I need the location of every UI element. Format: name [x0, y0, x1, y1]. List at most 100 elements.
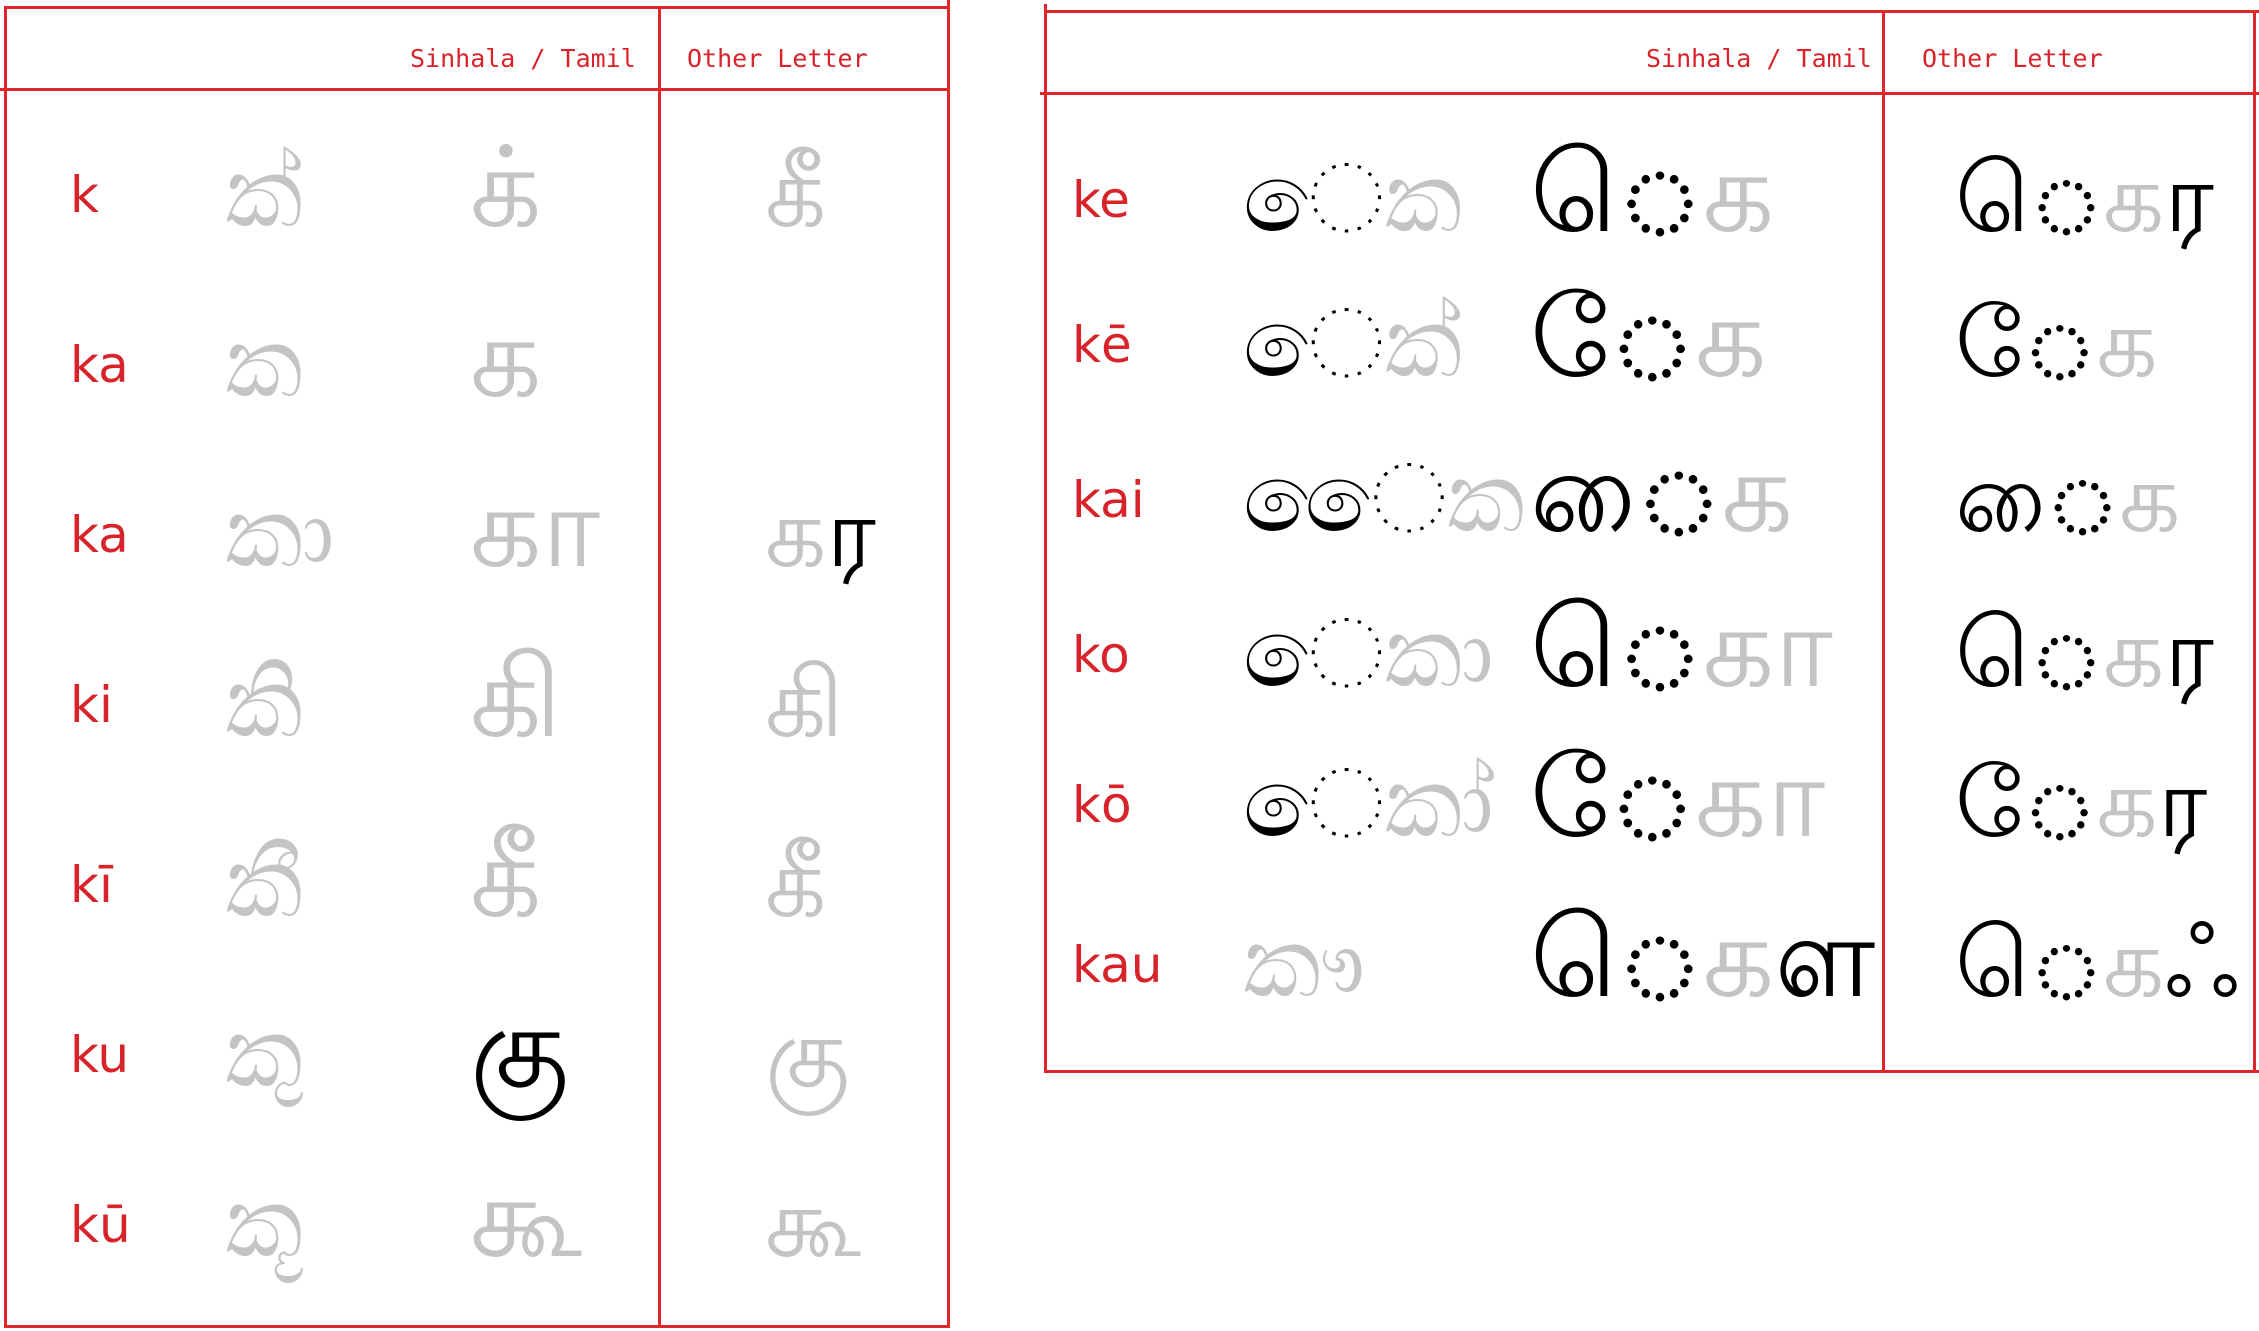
right-other-letter-glyph-part: ை: [1955, 442, 2120, 554]
right-sinhala-glyph-part: ක: [1446, 442, 1525, 554]
right-other-letter-glyph-part: ர: [2164, 142, 2214, 254]
left-tamil-glyph: க: [470, 302, 542, 414]
right-other-letter-glyph-part: க: [2102, 907, 2165, 1019]
right-sinhala-glyph-part: ක: [1243, 907, 1366, 1019]
right-tamil-glyph-part: க: [1694, 273, 1767, 403]
right-translit-label: kau: [1072, 936, 1163, 994]
right-sinhala-glyph-part: කා: [1384, 597, 1494, 709]
left-table-bottom-rule: [4, 1325, 950, 1328]
right-tamil-glyph-part: க: [1694, 733, 1826, 863]
left-tamil-glyph: கு: [470, 992, 569, 1104]
right-tamil-glyph-part: ெ: [1530, 893, 1703, 1023]
left-sinhala-glyph: ක්: [225, 145, 303, 241]
right-other-letter-glyph: ேக: [1955, 295, 2158, 391]
left-translit-label: ki: [70, 676, 113, 734]
right-other-letter-glyph: ெகர: [1955, 605, 2214, 701]
right-tamil-glyph: ெகா: [1530, 592, 1833, 704]
right-tamil-glyph-part: க: [1702, 128, 1775, 258]
right-table-bottom-rule: [1044, 1070, 2259, 1073]
right-header-other-col: Other Letter: [1922, 44, 2103, 73]
left-table-top-rule: [4, 6, 950, 9]
left-tamil-glyph: கூ: [470, 1162, 582, 1274]
right-tamil-glyph: ைக: [1530, 437, 1793, 549]
right-table-top-rule: [1044, 10, 2259, 13]
right-other-letter-glyph: ேகர: [1955, 755, 2207, 851]
left-tamil-glyph: கி: [470, 642, 562, 754]
right-tamil-glyph-part: ெ: [1530, 583, 1703, 713]
right-sinhala-glyph: ෙකා්: [1243, 755, 1494, 851]
left-tamil-glyph-part: க: [470, 463, 601, 593]
right-sinhala-glyph-part: කා්: [1384, 747, 1494, 859]
right-header-script-col: Sinhala / Tamil: [1646, 44, 1872, 73]
right-sinhala-glyph-part: ක්: [1384, 287, 1463, 399]
left-translit-label: ka: [70, 506, 129, 564]
right-other-letter-glyph-part: ர: [2157, 747, 2208, 859]
left-tamil-glyph: கீ: [470, 822, 542, 934]
right-sinhala-glyph: කෟ: [1243, 915, 1365, 1011]
left-table-header-rule: [0, 88, 950, 91]
left-tamil-glyph-part: க: [470, 1153, 583, 1283]
left-header-script-col: Sinhala / Tamil: [410, 44, 636, 73]
left-translit-label: ka: [70, 336, 129, 394]
left-tamil-glyph-part: க: [470, 123, 542, 253]
left-sinhala-glyph-part: ක: [225, 477, 335, 589]
left-other-letter-glyph-part: க: [765, 477, 827, 589]
left-sinhala-glyph: කි: [225, 655, 303, 751]
right-sinhala-glyph: ෙක: [1243, 150, 1462, 246]
left-table-divider: [658, 6, 661, 1328]
right-other-letter-glyph-part: க: [2096, 287, 2158, 399]
right-other-letter-glyph-part: க: [2096, 747, 2158, 859]
right-sinhala-glyph: ෙකා: [1243, 605, 1494, 701]
left-tamil-glyph-part: க: [470, 633, 562, 763]
right-other-letter-glyph-part: ர: [2164, 597, 2214, 709]
right-tamil-glyph-part: ே: [1530, 273, 1695, 403]
right-tamil-glyph-part: க: [1702, 893, 1775, 1023]
right-translit-label: kō: [1072, 776, 1132, 834]
right-other-letter-glyph: ெகஃ: [1955, 915, 2240, 1011]
right-tamil-glyph: ேக: [1530, 282, 1767, 394]
left-other-letter-glyph-part: க: [765, 137, 827, 249]
left-tamil-glyph-part: க: [470, 813, 542, 943]
left-tamil-glyph: கா: [470, 472, 600, 584]
right-sinhala-glyph: ෛක: [1243, 450, 1525, 546]
left-tamil-glyph: க்: [470, 132, 542, 244]
right-sinhala-glyph-part: ෙ: [1243, 597, 1385, 709]
right-tamil-glyph: ெகள: [1530, 902, 1875, 1014]
left-other-letter-glyph-part: க: [765, 997, 850, 1109]
left-sinhala-glyph-part: ක: [225, 1167, 303, 1279]
right-tamil-glyph: ெக: [1530, 137, 1774, 249]
left-other-letter-glyph-part: க: [765, 827, 827, 939]
right-sinhala-glyph-part: ෙ: [1243, 287, 1385, 399]
right-tamil-glyph: ேகா: [1530, 742, 1825, 854]
left-header-other-col: Other Letter: [687, 44, 868, 73]
right-table-right-border: [2253, 10, 2256, 1073]
left-other-letter-glyph: கு: [765, 1005, 850, 1101]
left-sinhala-glyph-part: ක: [225, 307, 303, 419]
right-other-letter-glyph: ைக: [1955, 450, 2180, 546]
left-other-letter-glyph-part: க: [765, 647, 844, 759]
right-tamil-glyph-part: க: [1721, 428, 1794, 558]
left-other-letter-glyph: கர: [765, 485, 876, 581]
right-other-letter-glyph-part: ஃ: [2164, 907, 2240, 1019]
right-sinhala-glyph: ෙක්: [1243, 295, 1462, 391]
right-tamil-glyph-part: ே: [1530, 733, 1695, 863]
right-tamil-glyph-part: ை: [1530, 428, 1722, 558]
right-translit-label: kē: [1072, 316, 1132, 374]
right-sinhala-glyph-part: ෛ: [1243, 442, 1447, 554]
right-tamil-glyph-part: ள: [1774, 893, 1876, 1023]
left-sinhala-glyph-part: කී: [225, 827, 303, 939]
left-other-letter-glyph: கி: [765, 655, 844, 751]
right-other-letter-glyph-part: ே: [1955, 287, 2097, 399]
left-sinhala-glyph: කූ: [225, 1175, 303, 1271]
right-table-divider: [1882, 10, 1885, 1073]
right-tamil-glyph-part: ெ: [1530, 128, 1703, 258]
right-translit-label: kai: [1072, 471, 1145, 529]
left-sinhala-glyph: ක: [225, 315, 303, 411]
right-tamil-glyph-part: க: [1702, 583, 1833, 713]
right-sinhala-glyph-part: ෙ: [1243, 747, 1385, 859]
right-other-letter-glyph-part: ெ: [1955, 907, 2103, 1019]
left-other-letter-glyph-part: க: [765, 1167, 862, 1279]
left-other-letter-glyph: கூ: [765, 1175, 861, 1271]
left-tamil-glyph-part: க: [470, 293, 542, 423]
left-other-letter-glyph-part: ர: [826, 477, 876, 589]
